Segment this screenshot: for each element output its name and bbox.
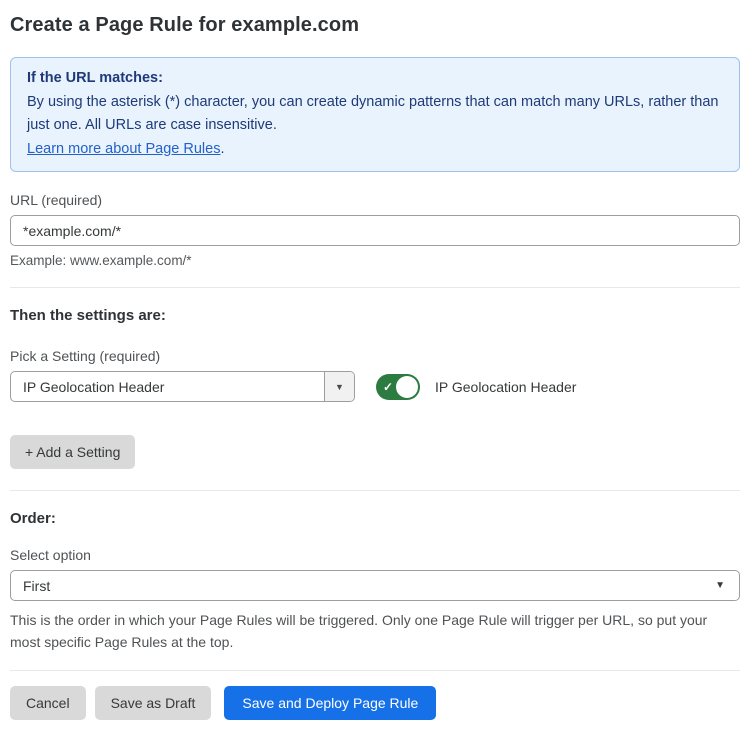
order-select[interactable]: First ▼ — [10, 570, 740, 601]
url-example-helper: Example: www.example.com/* — [10, 253, 740, 268]
ip-geolocation-toggle[interactable]: ✓ — [376, 374, 420, 400]
check-icon: ✓ — [383, 381, 393, 393]
save-as-draft-button[interactable]: Save as Draft — [95, 686, 212, 720]
pick-setting-label: Pick a Setting (required) — [10, 348, 740, 364]
info-box-link-line: Learn more about Page Rules. — [27, 138, 723, 162]
toggle-knob — [396, 376, 418, 398]
footer-button-row: Cancel Save as Draft Save and Deploy Pag… — [10, 686, 740, 720]
divider — [10, 670, 740, 671]
url-match-info-box: If the URL matches: By using the asteris… — [10, 57, 740, 172]
select-option-label: Select option — [10, 547, 740, 563]
settings-section-heading: Then the settings are: — [10, 307, 740, 324]
order-select-value: First — [23, 578, 50, 594]
setting-row: IP Geolocation Header ▼ ✓ IP Geolocation… — [10, 371, 740, 402]
info-box-body: By using the asterisk (*) character, you… — [27, 91, 723, 138]
order-section-heading: Order: — [10, 510, 740, 527]
divider — [10, 287, 740, 288]
order-helper-text: This is the order in which your Page Rul… — [10, 609, 740, 653]
chevron-down-icon: ▼ — [715, 580, 725, 591]
add-setting-button[interactable]: + Add a Setting — [10, 435, 135, 469]
learn-more-link[interactable]: Learn more about Page Rules — [27, 141, 220, 157]
page-title: Create a Page Rule for example.com — [10, 14, 740, 37]
cancel-button[interactable]: Cancel — [10, 686, 86, 720]
chevron-down-icon: ▼ — [335, 382, 344, 392]
info-box-heading: If the URL matches: — [27, 67, 723, 91]
setting-dropdown[interactable]: IP Geolocation Header ▼ — [10, 371, 355, 402]
url-field-label: URL (required) — [10, 192, 740, 208]
url-input[interactable] — [10, 215, 740, 246]
divider — [10, 490, 740, 491]
save-and-deploy-button[interactable]: Save and Deploy Page Rule — [224, 686, 436, 720]
link-suffix: . — [220, 141, 224, 157]
page-rule-form: Create a Page Rule for example.com If th… — [0, 0, 750, 732]
setting-dropdown-value: IP Geolocation Header — [11, 372, 324, 401]
toggle-label: IP Geolocation Header — [435, 379, 576, 395]
setting-dropdown-arrow-button[interactable]: ▼ — [324, 372, 354, 401]
